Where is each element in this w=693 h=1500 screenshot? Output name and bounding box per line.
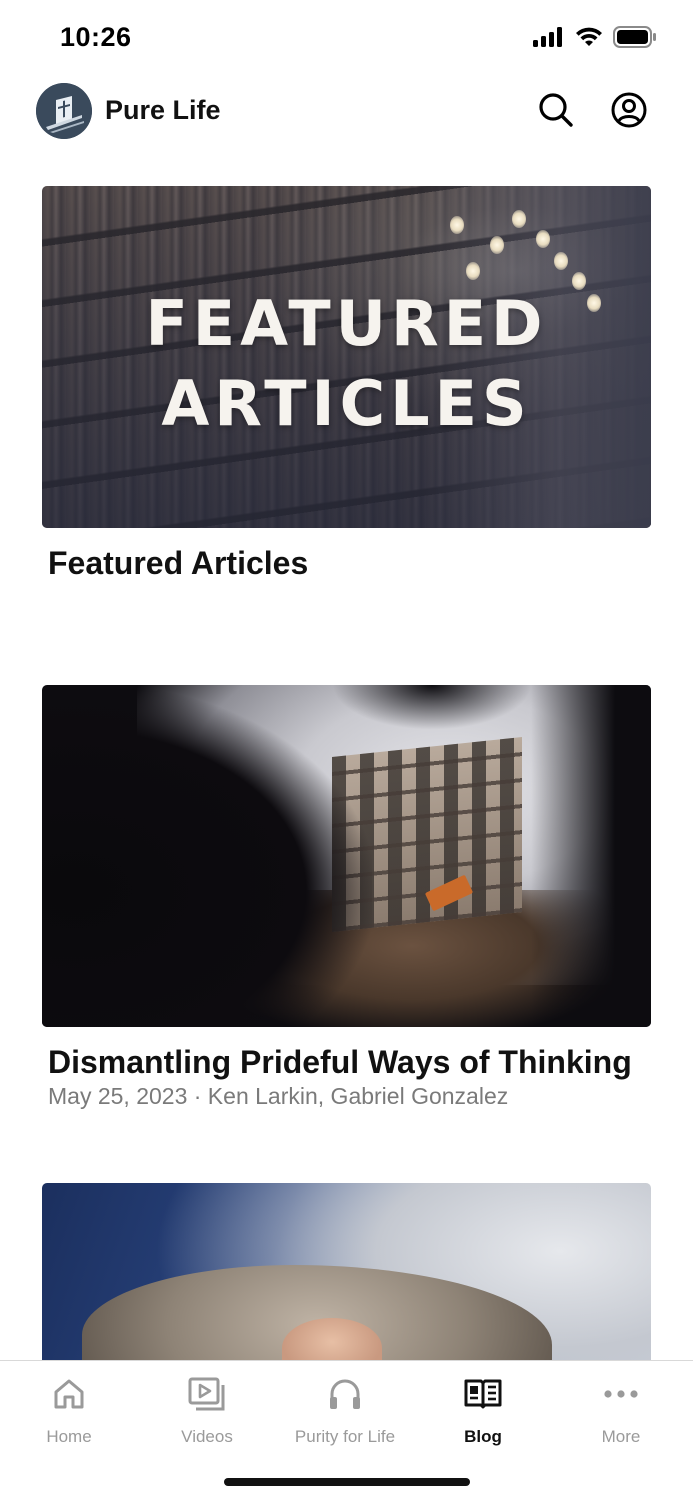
wifi-icon	[576, 27, 602, 46]
app-title: Pure Life	[105, 95, 221, 125]
article-image-rock[interactable]	[42, 1183, 651, 1360]
search-button[interactable]	[536, 90, 576, 130]
cellular-signal-icon	[533, 27, 562, 47]
article-meta: May 25, 2023 · Ken Larkin, Gabriel Gonza…	[48, 1083, 509, 1109]
tab-label: Videos	[181, 1427, 233, 1446]
home-icon	[54, 1379, 84, 1409]
account-icon	[611, 92, 647, 128]
status-bar: 10:26	[0, 0, 693, 72]
tab-label: More	[601, 1427, 641, 1446]
tab-label: Purity for Life	[294, 1427, 396, 1446]
tab-label: Home	[46, 1427, 92, 1446]
tab-videos[interactable]: Videos	[138, 1375, 276, 1447]
search-icon	[539, 93, 573, 127]
tab-label: Blog	[464, 1427, 502, 1446]
app-header: Pure Life	[0, 80, 693, 144]
article-card-featured[interactable]: FEATURED ARTICLES Featured Articles	[42, 186, 651, 582]
article-card[interactable]	[42, 1183, 651, 1360]
article-image-ruins[interactable]	[42, 685, 651, 1027]
tab-purity-for-life[interactable]: Purity for Life	[276, 1375, 414, 1447]
tab-home[interactable]: Home	[0, 1375, 138, 1447]
article-feed[interactable]: FEATURED ARTICLES Featured Articles Dism…	[0, 150, 693, 1360]
article-card[interactable]: Dismantling Prideful Ways of Thinking Ma…	[42, 685, 651, 1110]
featured-articles-banner-text: FEATURED ARTICLES	[145, 287, 548, 440]
status-icons	[533, 26, 657, 48]
battery-icon	[613, 26, 656, 48]
more-dots-icon	[604, 1390, 638, 1398]
status-time: 10:26	[60, 22, 132, 52]
blog-book-icon	[464, 1379, 502, 1409]
headphones-icon	[330, 1379, 360, 1409]
article-title[interactable]: Dismantling Prideful Ways of Thinking	[48, 1043, 651, 1081]
pure-life-logo-icon[interactable]	[36, 83, 92, 139]
videos-icon	[188, 1377, 225, 1411]
article-title[interactable]: Featured Articles	[48, 544, 651, 582]
account-button[interactable]	[609, 90, 649, 130]
home-indicator[interactable]	[224, 1478, 470, 1486]
tab-more[interactable]: More	[552, 1375, 690, 1447]
tab-blog[interactable]: Blog	[414, 1375, 552, 1447]
article-image-library[interactable]: FEATURED ARTICLES	[42, 186, 651, 528]
